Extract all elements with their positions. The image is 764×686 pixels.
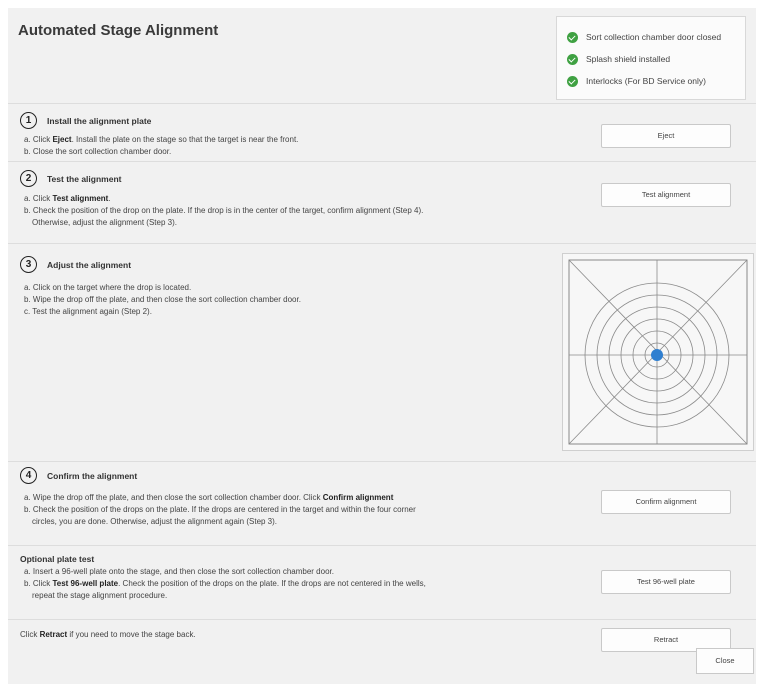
instruction-line: b. Click Test 96-well plate. Check the p… bbox=[24, 579, 426, 588]
step-adjust-header: 3 Adjust the alignment bbox=[20, 256, 131, 273]
step-instructions: a. Click Test alignment. b. Check the po… bbox=[24, 193, 423, 229]
instruction-line: a. Click Eject. Install the plate on the… bbox=[24, 135, 299, 144]
instruction-line: a. Insert a 96-well plate onto the stage… bbox=[24, 567, 334, 576]
step-install-section: 1 Install the alignment plate a. Click E… bbox=[8, 103, 756, 161]
instruction-line: c. Test the alignment again (Step 2). bbox=[24, 307, 152, 316]
interlock-splash-shield: Splash shield installed bbox=[567, 48, 745, 70]
step-confirm-section: 4 Confirm the alignment a. Wipe the drop… bbox=[8, 461, 756, 545]
instruction-line: a. Wipe the drop off the plate, and then… bbox=[24, 493, 394, 502]
retract-section: Click Retract if you need to move the st… bbox=[8, 619, 756, 653]
step-instructions: a. Wipe the drop off the plate, and then… bbox=[24, 492, 416, 528]
step-title: Adjust the alignment bbox=[47, 259, 132, 270]
step-test-section: 2 Test the alignment a. Click Test align… bbox=[8, 161, 756, 243]
interlock-service: Interlocks (For BD Service only) bbox=[567, 70, 745, 92]
check-icon bbox=[567, 53, 578, 65]
step-number-badge: 4 bbox=[20, 467, 37, 484]
instruction-line: b. Close the sort collection chamber doo… bbox=[24, 147, 172, 156]
alignment-dialog: Automated Stage Alignment Sort collectio… bbox=[8, 8, 756, 684]
optional-instructions: a. Insert a 96-well plate onto the stage… bbox=[24, 566, 426, 602]
instruction-line: repeat the stage alignment procedure. bbox=[32, 591, 168, 600]
step-install-header: 1 Install the alignment plate bbox=[20, 112, 151, 129]
optional-title: Optional plate test bbox=[20, 554, 95, 564]
interlock-label: Splash shield installed bbox=[586, 54, 671, 64]
instruction-line: circles, you are done. Otherwise, adjust… bbox=[32, 517, 278, 526]
check-icon bbox=[567, 75, 578, 87]
step-instructions: a. Click on the target where the drop is… bbox=[24, 282, 301, 318]
step-number-badge: 2 bbox=[20, 170, 37, 187]
step-test-header: 2 Test the alignment bbox=[20, 170, 121, 187]
dialog-title: Automated Stage Alignment bbox=[18, 22, 219, 39]
step-title: Install the alignment plate bbox=[47, 115, 152, 126]
instruction-line: Otherwise, adjust the alignment (Step 3)… bbox=[32, 218, 177, 227]
close-button[interactable]: Close bbox=[696, 648, 754, 674]
step-number-badge: 3 bbox=[20, 256, 37, 273]
interlock-status-panel: Sort collection chamber door closed Spla… bbox=[556, 16, 746, 100]
check-icon bbox=[567, 31, 578, 43]
instruction-line: b. Check the position of the drops on th… bbox=[24, 505, 416, 514]
confirm-alignment-button[interactable]: Confirm alignment bbox=[601, 490, 731, 514]
drop-marker bbox=[651, 349, 663, 361]
test-alignment-button[interactable]: Test alignment bbox=[601, 183, 731, 207]
test-96-well-plate-button[interactable]: Test 96-well plate bbox=[601, 570, 731, 594]
instruction-line: a. Click Test alignment. bbox=[24, 194, 111, 203]
instruction-line: b. Wipe the drop off the plate, and then… bbox=[24, 295, 301, 304]
optional-test-section: Optional plate test a. Insert a 96-well … bbox=[8, 545, 756, 619]
step-title: Confirm the alignment bbox=[47, 470, 138, 481]
target-graphic[interactable] bbox=[563, 254, 753, 450]
interlock-label: Interlocks (For BD Service only) bbox=[586, 76, 706, 86]
alignment-target[interactable] bbox=[562, 253, 754, 451]
instruction-line: b. Check the position of the drop on the… bbox=[24, 206, 424, 215]
instruction-line: a. Click on the target where the drop is… bbox=[24, 283, 192, 292]
step-number-badge: 1 bbox=[20, 112, 37, 129]
step-instructions: a. Click Eject. Install the plate on the… bbox=[24, 134, 298, 158]
interlock-label: Sort collection chamber door closed bbox=[586, 32, 722, 42]
retract-instruction: Click Retract if you need to move the st… bbox=[20, 630, 196, 639]
eject-button[interactable]: Eject bbox=[601, 124, 731, 148]
step-confirm-header: 4 Confirm the alignment bbox=[20, 467, 137, 484]
step-title: Test the alignment bbox=[47, 173, 122, 184]
interlock-door: Sort collection chamber door closed bbox=[567, 26, 745, 48]
